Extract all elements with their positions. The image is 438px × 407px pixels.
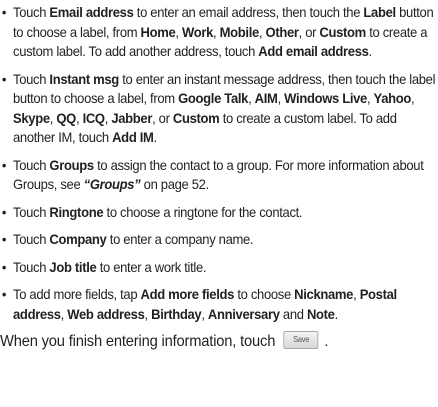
instruction-text: Touch	[13, 231, 50, 247]
instruction-item-job-title: • Touch Job title to enter a work title.	[0, 258, 438, 278]
instruction-text: .	[368, 43, 373, 59]
instruction-text: Touch	[13, 70, 50, 87]
emphasized-term: Mobile	[219, 23, 260, 40]
bullet-icon: •	[1, 70, 7, 87]
emphasized-term: Label	[363, 4, 396, 20]
instruction-text: , or	[298, 23, 320, 40]
instruction-item-instant-msg: • Touch Instant msg to enter an instant m…	[0, 70, 438, 148]
instruction-text: ,	[175, 23, 183, 40]
instruction-item-company: • Touch Company to enter a company name.	[0, 230, 438, 250]
emphasized-term: Add email address	[258, 43, 369, 59]
emphasized-term: Add more fields	[140, 286, 235, 302]
instruction-text: ,	[248, 90, 255, 106]
emphasized-term: Yahoo	[373, 90, 412, 106]
emphasized-term: “Groups”	[83, 176, 141, 192]
instruction-text: Touch	[13, 258, 50, 275]
instruction-text: and	[279, 305, 307, 322]
emphasized-term: Add IM	[112, 129, 154, 145]
instruction-text: .	[334, 305, 339, 322]
emphasized-term: Skype	[13, 109, 50, 126]
emphasized-term: Anniversary	[207, 305, 280, 322]
instruction-text: on page 52.	[140, 176, 210, 192]
emphasized-term: Company	[49, 231, 107, 247]
emphasized-term: QQ	[56, 109, 76, 126]
closing-instruction-text: When you finish entering information, to…	[0, 333, 276, 350]
instruction-text: Touch	[13, 156, 50, 173]
instruction-text: ,	[75, 109, 83, 126]
bullet-icon: •	[1, 203, 7, 220]
closing-instruction-period: .	[324, 333, 329, 350]
emphasized-term: Web address	[67, 305, 145, 322]
bullet-icon: •	[1, 258, 7, 275]
emphasized-term: AIM	[254, 90, 278, 106]
emphasized-term: Groups	[49, 156, 94, 173]
instruction-text: Touch	[13, 4, 50, 20]
instruction-text: ,	[353, 286, 360, 302]
instruction-text: to enter a company name.	[106, 231, 254, 247]
closing-instruction: When you finish entering information, to…	[0, 331, 432, 352]
emphasized-term: ICQ	[82, 109, 105, 126]
instruction-text: to choose	[234, 286, 295, 302]
instruction-text: .	[153, 129, 158, 145]
emphasized-term: Email address	[49, 4, 134, 20]
instruction-text: To add more fields, tap	[13, 286, 141, 302]
emphasized-term: Custom	[172, 109, 220, 126]
bullet-icon: •	[1, 231, 7, 247]
emphasized-term: Jabber	[111, 109, 153, 126]
bullet-icon: •	[1, 4, 7, 20]
emphasized-term: Home	[140, 23, 176, 40]
emphasized-term: Nickname	[294, 286, 354, 302]
emphasized-term: Google Talk	[178, 90, 249, 106]
emphasized-term: Work	[182, 23, 214, 40]
emphasized-term: Note	[306, 305, 335, 322]
instruction-text: to enter a work title.	[96, 258, 207, 275]
instruction-list: • Touch Email address to enter an email a…	[0, 3, 438, 324]
emphasized-term: Ringtone	[49, 203, 104, 220]
instruction-text: to enter an email address, then touch th…	[133, 4, 364, 20]
instruction-text: ,	[277, 90, 285, 106]
instruction-item-groups: • Touch Groups to assign the contact to a…	[0, 156, 438, 195]
emphasized-term: Birthday	[151, 305, 202, 322]
instruction-item-more-fields: • To add more fields, tap Add more fields…	[0, 285, 438, 324]
emphasized-term: Job title	[49, 258, 97, 275]
instruction-text: Touch	[13, 203, 50, 220]
manual-page: • Touch Email address to enter an email a…	[0, 0, 438, 407]
emphasized-term: Instant msg	[49, 70, 119, 87]
emphasized-term: Windows Live	[284, 90, 367, 106]
bullet-icon: •	[1, 286, 7, 302]
emphasized-term: Custom	[319, 23, 366, 40]
instruction-text: ,	[411, 90, 415, 106]
instruction-item-ringtone: • Touch Ringtone to choose a ringtone for…	[0, 203, 438, 223]
instruction-item-email: • Touch Email address to enter an email a…	[0, 3, 438, 62]
save-button-image: Save	[283, 331, 319, 350]
instruction-text: , or	[152, 109, 173, 126]
bullet-icon: •	[1, 156, 7, 173]
instruction-text: to choose a ringtone for the contact.	[103, 203, 303, 220]
emphasized-term: Other	[265, 23, 299, 40]
